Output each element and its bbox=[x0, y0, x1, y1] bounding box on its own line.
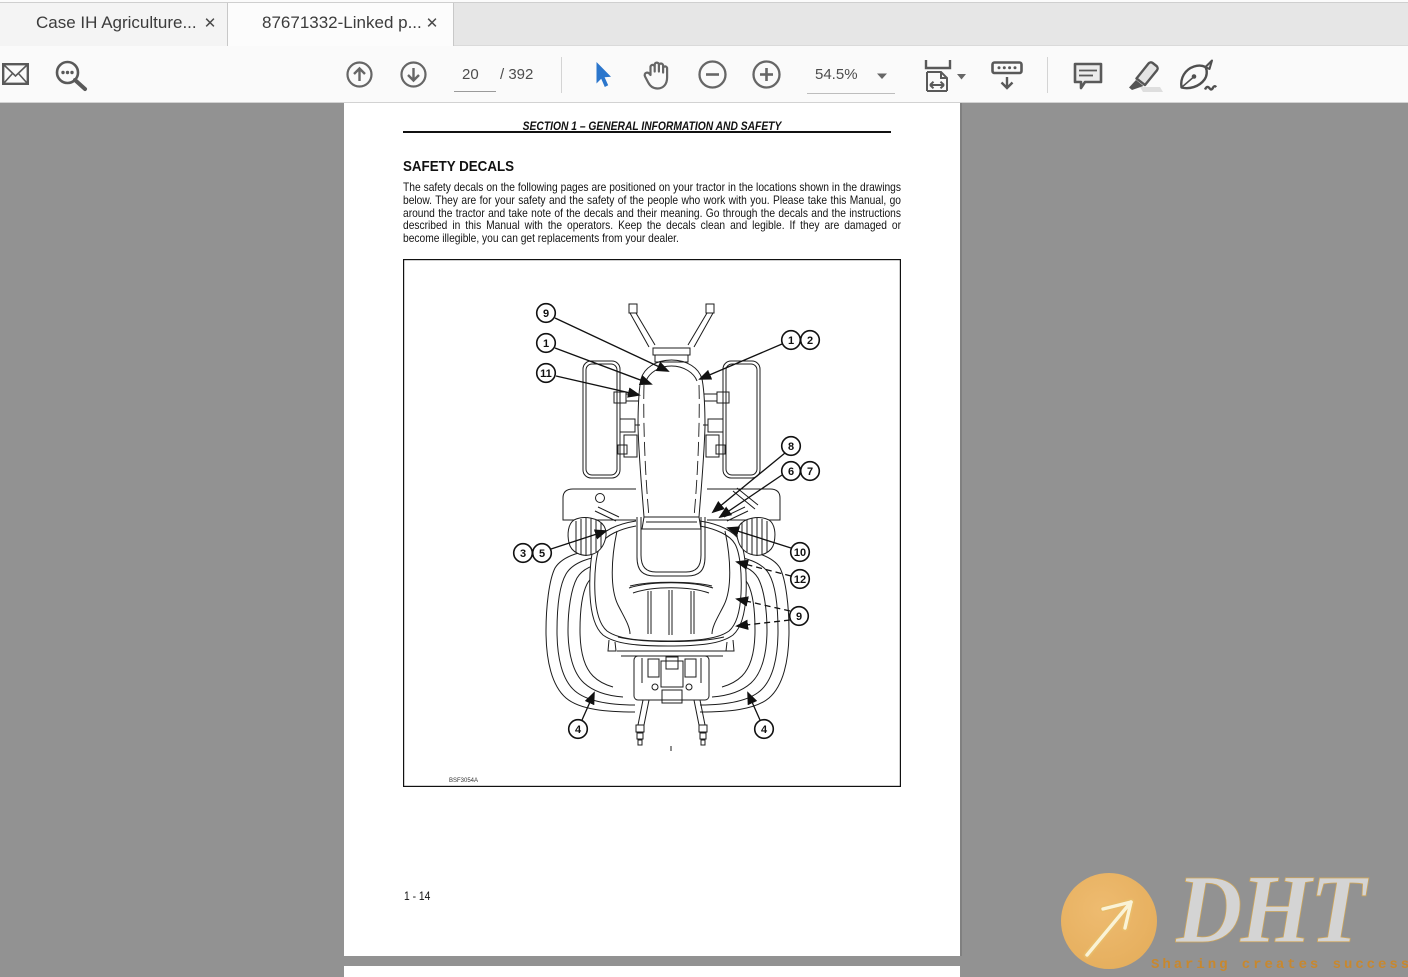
svg-text:4: 4 bbox=[761, 724, 768, 736]
svg-text:8: 8 bbox=[788, 441, 794, 453]
svg-text:7: 7 bbox=[807, 466, 813, 478]
svg-text:1: 1 bbox=[543, 338, 549, 350]
svg-text:BSF3054A: BSF3054A bbox=[449, 778, 478, 784]
svg-text:1: 1 bbox=[788, 335, 794, 347]
svg-text:5: 5 bbox=[539, 548, 545, 560]
svg-text:11: 11 bbox=[540, 368, 552, 380]
svg-text:6: 6 bbox=[788, 466, 794, 478]
svg-text:2: 2 bbox=[807, 335, 813, 347]
svg-text:10: 10 bbox=[794, 547, 806, 559]
svg-text:3: 3 bbox=[520, 548, 526, 560]
svg-text:12: 12 bbox=[794, 574, 806, 586]
svg-text:4: 4 bbox=[575, 724, 582, 736]
svg-text:9: 9 bbox=[796, 611, 802, 623]
svg-text:9: 9 bbox=[543, 308, 549, 320]
